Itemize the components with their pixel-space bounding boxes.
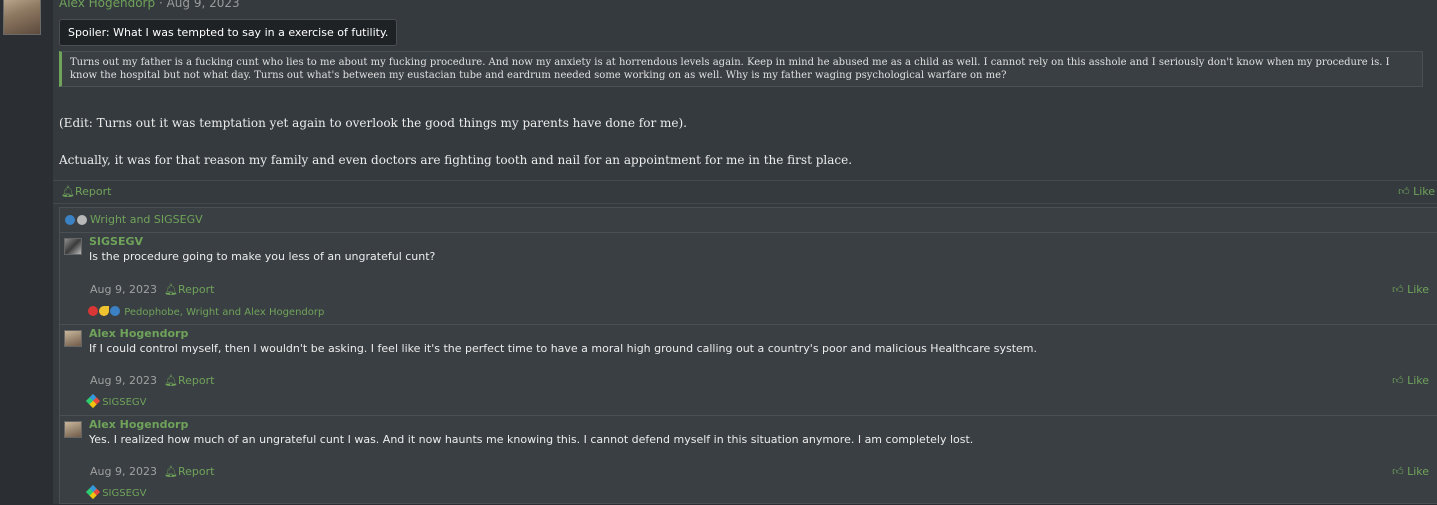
comment: SIGSEGV Is the procedure going to make y… bbox=[60, 233, 1437, 325]
like-button[interactable]: 👍︎ Like bbox=[1392, 283, 1429, 296]
like-label: Like bbox=[1413, 185, 1435, 198]
comment: Alex Hogendorp Yes. I realized how much … bbox=[60, 416, 1437, 505]
comment-date[interactable]: Aug 9, 2023 bbox=[90, 465, 157, 478]
thumbs-up-icon: 👍︎ bbox=[1392, 374, 1404, 387]
avatar[interactable] bbox=[64, 238, 82, 255]
bell-icon: 🔔︎ bbox=[61, 185, 75, 198]
heart-reaction-icon bbox=[88, 306, 98, 316]
comment-date[interactable]: Aug 9, 2023 bbox=[90, 374, 157, 387]
post-paragraph: Actually, it was for that reason my fami… bbox=[59, 153, 853, 167]
comment-date[interactable]: Aug 9, 2023 bbox=[90, 283, 157, 296]
report-link[interactable]: 🔔︎Report bbox=[164, 374, 214, 387]
like-reaction-icon bbox=[110, 306, 120, 316]
bell-icon: 🔔︎ bbox=[164, 465, 178, 478]
spoiler-button[interactable]: Spoiler: What I was tempted to say in a … bbox=[59, 19, 398, 46]
quote-block: Turns out my father is a fucking cunt wh… bbox=[59, 51, 1423, 87]
comments-section: Wright and SIGSEGV SIGSEGV Is the proced… bbox=[59, 207, 1437, 504]
comment-author[interactable]: SIGSEGV bbox=[89, 235, 143, 248]
post-author[interactable]: Alex Hogendorp bbox=[59, 0, 155, 10]
report-label: Report bbox=[177, 283, 215, 296]
bell-icon: 🔔︎ bbox=[164, 374, 178, 387]
report-label: Report bbox=[177, 374, 215, 387]
like-button[interactable]: 👍︎ Like bbox=[1398, 185, 1435, 198]
report-link[interactable]: 🔔︎Report bbox=[164, 465, 214, 478]
thumbs-up-icon: 👍︎ bbox=[1398, 185, 1410, 198]
thumbs-up-icon: 👍︎ bbox=[1392, 283, 1404, 296]
wow-reaction-icon bbox=[77, 215, 87, 225]
like-reaction-icon bbox=[65, 215, 75, 225]
reaction-names[interactable]: Wright and SIGSEGV bbox=[90, 213, 203, 226]
star-reaction-icon bbox=[85, 393, 101, 409]
reaction-names: SIGSEGV bbox=[102, 488, 147, 499]
report-link[interactable]: 🔔︎Report bbox=[61, 185, 111, 198]
report-link[interactable]: 🔔︎Report bbox=[164, 283, 214, 296]
reaction-summary[interactable]: Wright and SIGSEGV bbox=[60, 208, 1437, 233]
post-paragraph: (Edit: Turns out it was temptation yet a… bbox=[59, 116, 687, 130]
report-label: Report bbox=[74, 185, 112, 198]
post-sidebar bbox=[0, 0, 52, 504]
comment-author[interactable]: Alex Hogendorp bbox=[89, 327, 188, 340]
thumbs-up-icon: 👍︎ bbox=[1392, 465, 1404, 478]
comment-author[interactable]: Alex Hogendorp bbox=[89, 418, 188, 431]
like-label: Like bbox=[1407, 283, 1429, 296]
comment: Alex Hogendorp If I could control myself… bbox=[60, 325, 1437, 416]
comment-reactions[interactable]: Pedophobe, Wright and Alex Hogendorp bbox=[88, 306, 324, 318]
post-header: Alex Hogendorp · Aug 9, 2023 bbox=[59, 0, 240, 10]
avatar[interactable] bbox=[64, 421, 82, 438]
reaction-names: SIGSEGV bbox=[102, 397, 147, 408]
header-separator: · bbox=[155, 0, 167, 10]
comment-text: Is the procedure going to make you less … bbox=[89, 250, 436, 263]
like-button[interactable]: 👍︎ Like bbox=[1392, 465, 1429, 478]
avatar[interactable] bbox=[3, 0, 41, 35]
like-button[interactable]: 👍︎ Like bbox=[1392, 374, 1429, 387]
bell-icon: 🔔︎ bbox=[164, 283, 178, 296]
reaction-names: Pedophobe, Wright and Alex Hogendorp bbox=[124, 307, 325, 318]
comment-reactions[interactable]: SIGSEGV bbox=[85, 484, 147, 500]
comment-text: Yes. I realized how much of an ungratefu… bbox=[89, 433, 974, 446]
avatar[interactable] bbox=[64, 330, 82, 347]
star-reaction-icon bbox=[85, 484, 101, 500]
comment-reactions[interactable]: SIGSEGV bbox=[85, 393, 147, 409]
like-label: Like bbox=[1407, 374, 1429, 387]
report-label: Report bbox=[177, 465, 215, 478]
post-date[interactable]: Aug 9, 2023 bbox=[167, 0, 240, 10]
post-actions: 🔔︎Report 👍︎ Like bbox=[53, 180, 1437, 204]
moon-reaction-icon bbox=[99, 306, 109, 316]
forum-post: Alex Hogendorp · Aug 9, 2023 Spoiler: Wh… bbox=[53, 0, 1437, 504]
like-label: Like bbox=[1407, 465, 1429, 478]
comment-text: If I could control myself, then I wouldn… bbox=[89, 342, 1038, 355]
